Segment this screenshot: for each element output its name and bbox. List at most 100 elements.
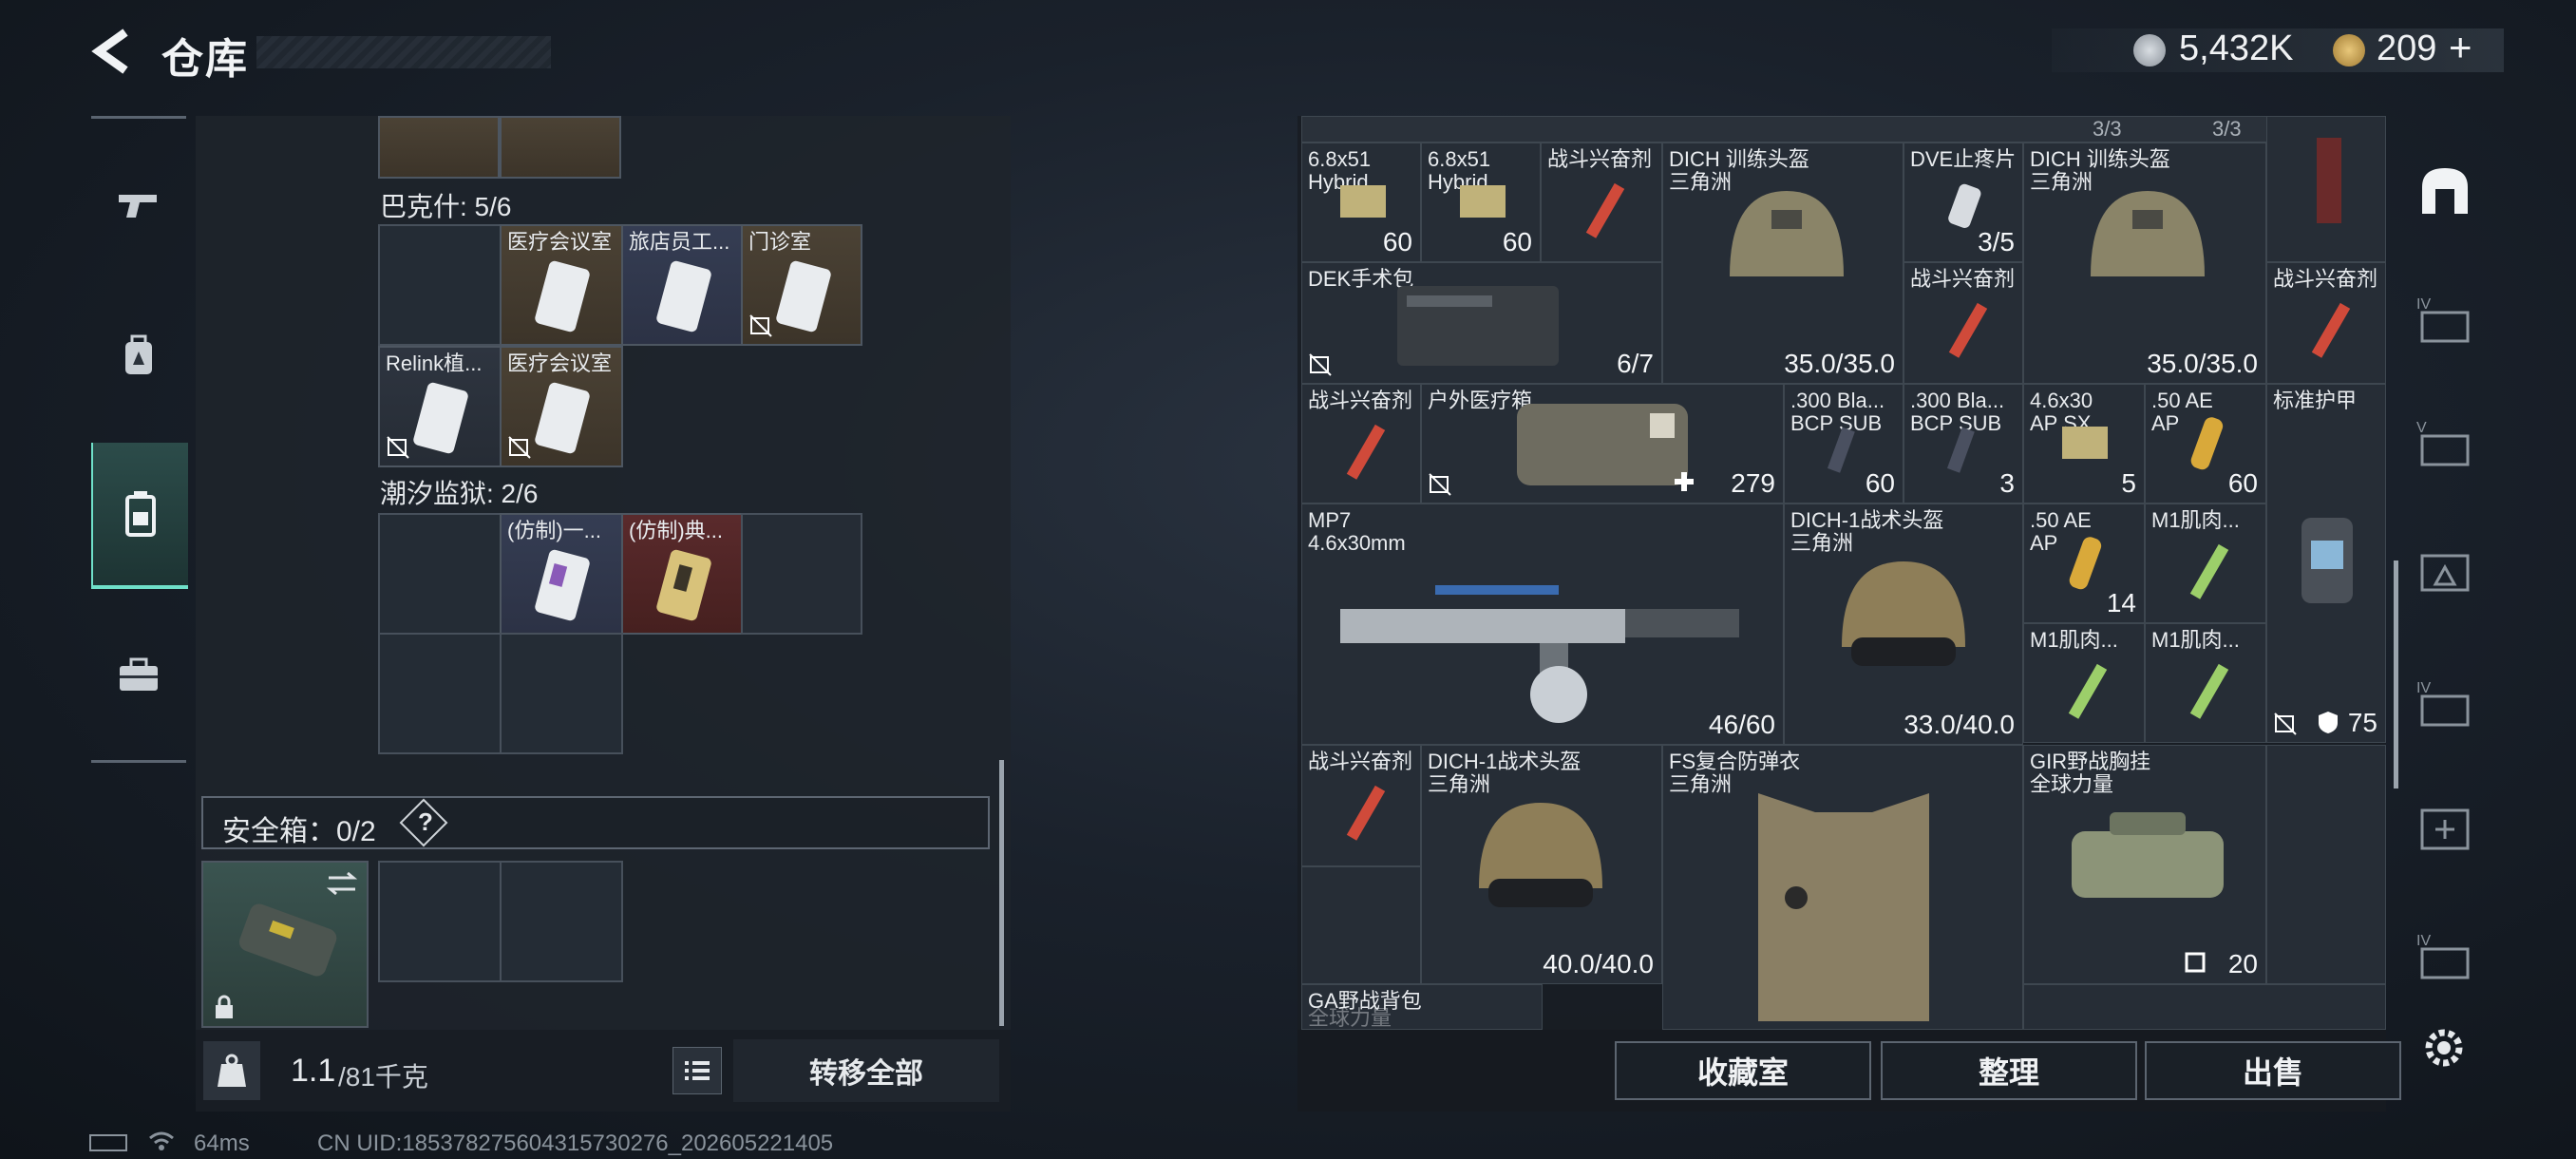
nav-storage-triangle[interactable] <box>2399 519 2491 623</box>
muscle-stim-item[interactable]: M1肌肉... <box>2145 504 2266 623</box>
svg-text:V: V <box>2416 420 2427 436</box>
storage-add-icon <box>2420 808 2470 850</box>
svg-text:IV: IV <box>2416 296 2431 313</box>
stimulant-item[interactable]: 战斗兴奋剂 <box>1301 384 1421 504</box>
keycard-item[interactable]: 医疗会议室 <box>500 224 623 346</box>
syringe-icon <box>1585 182 1625 238</box>
ammo-item[interactable]: 4.6x30 AP SX 5 <box>2023 384 2145 504</box>
nav-storage-v[interactable]: V <box>2399 390 2491 494</box>
stimulant-item[interactable]: 战斗兴奋剂 <box>1301 745 1421 866</box>
nav-storage-iv-3[interactable]: IV <box>2399 902 2491 1007</box>
no-trade-icon <box>2274 712 2297 735</box>
nav-storage[interactable] <box>91 443 188 589</box>
chest-rig-item[interactable]: GIR野战胸挂 全球力量 20 <box>2023 745 2266 984</box>
ammo-icon <box>1827 427 1855 473</box>
gold-amount: 209 <box>2377 28 2437 68</box>
helmet-item[interactable]: DICH-1战术头盔 三角洲 33.0/40.0 <box>1784 504 2023 745</box>
no-trade-icon <box>387 436 409 459</box>
no-trade-icon <box>749 314 772 337</box>
keycard-item[interactable]: 医疗会议室 <box>500 346 623 467</box>
nav-storage-add[interactable] <box>2399 777 2491 882</box>
keycard-item[interactable]: (仿制)一... <box>500 513 623 635</box>
keycard-item[interactable]: Relink植... <box>378 346 502 467</box>
storage-iv-icon: IV <box>2416 933 2470 979</box>
syringe-icon <box>2189 663 2229 719</box>
helmet-item[interactable]: DICH-1战术头盔 三角洲 40.0/40.0 <box>1421 745 1662 984</box>
syringe-icon <box>2311 302 2351 358</box>
ammo-item[interactable]: .300 Bla... BCP SUB 3 <box>1904 384 2023 504</box>
weight-max: /81千克 <box>338 1062 428 1092</box>
storage-iv-icon: IV <box>2416 680 2470 727</box>
muscle-stim-item[interactable]: M1肌肉... <box>2145 623 2266 743</box>
muscle-stim-item[interactable]: M1肌肉... <box>2023 623 2145 743</box>
nav-equipment[interactable] <box>91 285 186 428</box>
nav-storage-iv[interactable]: IV <box>2399 266 2491 370</box>
wifi-icon <box>148 1130 175 1157</box>
gold-coin-icon <box>2333 34 2365 66</box>
nav-storage-iv-2[interactable]: IV <box>2399 650 2491 754</box>
back-icon[interactable] <box>87 27 137 76</box>
empty-slot[interactable] <box>378 224 502 346</box>
backpack-item[interactable]: GA野战背包 全球力量 <box>1301 984 1543 1030</box>
sort-button[interactable]: 整理 <box>1881 1041 2137 1100</box>
empty-slot[interactable] <box>500 861 623 982</box>
keycard-icon <box>656 260 711 332</box>
storage-v-icon: V <box>2416 420 2470 466</box>
keycard-item[interactable]: 门诊室 <box>741 224 862 346</box>
ammo-item[interactable]: .50 AE AP 60 <box>2145 384 2266 504</box>
ammo-item[interactable]: 6.8x51 Hybrid 60 <box>1301 142 1421 262</box>
painkiller-item[interactable]: DVE止疼片 3/5 <box>1904 142 2023 262</box>
helmet-icon <box>1730 191 1844 276</box>
empty-slot[interactable] <box>378 633 502 754</box>
empty-slot[interactable] <box>2023 984 2386 1030</box>
list-icon[interactable] <box>672 1047 722 1094</box>
surgery-kit-item[interactable]: DEK手术包 6/7 <box>1301 262 1662 384</box>
keycard-icon <box>413 382 468 454</box>
storage-iv-icon: IV <box>2416 296 2470 343</box>
nav-weapons[interactable] <box>91 133 186 276</box>
tactical-helmet-icon <box>1479 803 1602 907</box>
safe-box-container[interactable] <box>201 861 369 1028</box>
helmet-item[interactable]: DICH 训练头盔 三角洲 35.0/35.0 <box>1662 142 1904 384</box>
add-currency-button[interactable]: + <box>2449 25 2472 70</box>
partial-item[interactable] <box>2266 116 2386 262</box>
stimulant-item[interactable]: 战斗兴奋剂 <box>2266 262 2386 384</box>
body-armor-item[interactable]: FS复合防弹衣 三角洲 <box>1662 745 2023 1030</box>
page-title: 仓库 <box>161 36 249 83</box>
transfer-all-button[interactable]: 转移全部 <box>733 1039 999 1102</box>
empty-slot[interactable] <box>500 633 623 754</box>
armor-item[interactable]: 标准护甲 75 <box>2266 384 2386 743</box>
section-header-bakesh: 巴克什: 5/6 <box>380 192 512 221</box>
empty-slot[interactable] <box>378 861 502 982</box>
empty-slot[interactable] <box>741 513 862 635</box>
no-trade-icon <box>1429 473 1451 496</box>
safe-box-label: 安全箱：0/2 <box>222 816 376 847</box>
keycard-item[interactable]: (仿制)典... <box>621 513 743 635</box>
nav-briefcase[interactable] <box>91 604 186 747</box>
helmet-item[interactable]: DICH 训练头盔 三角洲 35.0/35.0 <box>2023 142 2266 384</box>
settings-gear-icon[interactable] <box>2420 1024 2468 1072</box>
no-trade-icon <box>1309 353 1332 376</box>
stimulant-item[interactable]: 战斗兴奋剂 <box>1541 142 1662 262</box>
ammo-item[interactable]: .300 Bla... BCP SUB 60 <box>1784 384 1904 504</box>
briefcase-icon <box>120 657 158 691</box>
stimulant-item[interactable]: 战斗兴奋剂 <box>1904 262 2023 384</box>
sell-button[interactable]: 出售 <box>2145 1041 2401 1100</box>
ammo-item[interactable]: .50 AE AP 14 <box>2023 504 2145 623</box>
keycard-item[interactable]: 旅店员工... <box>621 224 743 346</box>
syringe-icon <box>2068 663 2108 719</box>
ammo-item[interactable]: 6.8x51 Hybrid 60 <box>1421 142 1541 262</box>
scrollbar[interactable] <box>2394 560 2398 788</box>
empty-slot[interactable] <box>1301 866 1421 984</box>
nav-warehouse[interactable] <box>2399 139 2491 243</box>
medical-bag-icon <box>1517 404 1688 485</box>
weapon-item[interactable]: MP7 4.6x30mm 46/60 <box>1301 504 1784 745</box>
grid-item[interactable] <box>500 116 621 179</box>
empty-slot[interactable] <box>2266 745 2386 984</box>
grid-item[interactable] <box>378 116 500 179</box>
medical-kit-item[interactable]: 户外医疗箱 279 <box>1421 384 1784 504</box>
scrollbar[interactable] <box>999 760 1004 1026</box>
collection-room-button[interactable]: 收藏室 <box>1615 1041 1871 1100</box>
empty-slot[interactable] <box>378 513 502 635</box>
storage-delta-icon <box>2420 554 2470 592</box>
